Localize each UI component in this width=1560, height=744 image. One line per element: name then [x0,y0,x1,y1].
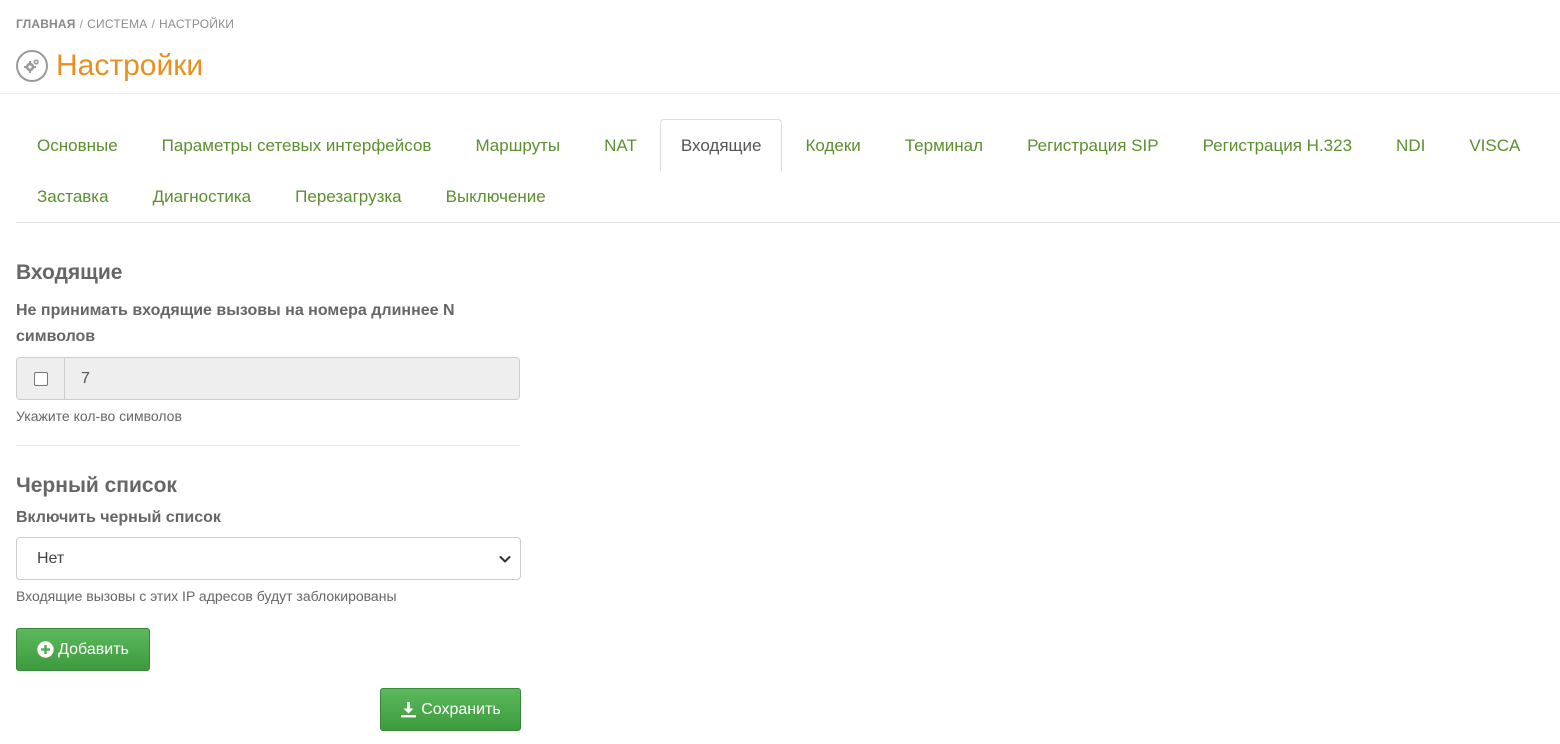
breadcrumb-separator: / [79,17,84,31]
add-button-label: Добавить [58,640,129,658]
tab-sip-registration[interactable]: Регистрация SIP [1006,119,1180,171]
settings-tabs: Основные Параметры сетевых интерфейсов М… [16,119,1560,221]
blacklist-help: Входящие вызовы с этих IP адресов будут … [16,588,397,604]
tab-nat[interactable]: NAT [583,119,658,171]
plus-circle-icon [37,641,54,658]
tab-row: Основные Параметры сетевых интерфейсов М… [16,119,1560,171]
gears-icon [16,50,48,82]
tab-terminal[interactable]: Терминал [884,119,1004,171]
number-length-limit-label: Не принимать входящие вызовы на номера д… [16,302,455,345]
breadcrumb: ГЛАВНАЯ / СИСТЕМА / НАСТРОЙКИ [16,17,234,31]
breadcrumb-system[interactable]: СИСТЕМА [87,17,147,31]
number-length-limit-help: Укажите кол-во символов [16,408,182,424]
tabs-divider [16,222,1560,223]
tab-ndi[interactable]: NDI [1375,119,1446,171]
tab-routes[interactable]: Маршруты [454,119,581,171]
tab-network-interfaces[interactable]: Параметры сетевых интерфейсов [141,119,453,171]
breadcrumb-home[interactable]: ГЛАВНАЯ [16,17,76,31]
tab-diagnostics[interactable]: Диагностика [132,171,273,221]
blacklist-enable-label: Включить черный список [16,509,221,526]
tab-incoming[interactable]: Входящие [659,119,783,171]
breadcrumb-separator: / [151,17,156,31]
incoming-section-title: Входящие [16,261,123,284]
header-divider [0,93,1560,94]
download-icon [400,701,417,718]
number-length-limit-input[interactable]: 7 [65,358,519,399]
tab-shutdown[interactable]: Выключение [425,171,567,221]
tab-splash[interactable]: Заставка [16,171,130,221]
save-button[interactable]: Сохранить [380,688,521,731]
number-length-limit-toggle [17,358,65,399]
number-length-limit-group: 7 [16,357,520,400]
blacklist-enable-value: Нет [37,549,65,567]
tab-reboot[interactable]: Перезагрузка [274,171,422,221]
breadcrumb-settings: НАСТРОЙКИ [159,17,235,31]
tab-visca[interactable]: VISCA [1448,119,1541,171]
section-divider [16,445,520,446]
number-length-limit-checkbox[interactable] [33,371,48,386]
tab-row: Заставка Диагностика Перезагрузка Выключ… [16,171,1560,221]
blacklist-section-title: Черный список [16,474,177,497]
incoming-settings-form: Входящие Не принимать входящие вызовы на… [16,258,521,671]
tab-h323-registration[interactable]: Регистрация H.323 [1182,119,1373,171]
page-title: Настройки [56,49,204,82]
chevron-down-icon [498,552,512,566]
page-header: Настройки [16,48,203,84]
tab-general[interactable]: Основные [16,119,139,171]
blacklist-enable-select[interactable]: Нет [16,537,521,580]
save-button-label: Сохранить [421,700,501,718]
add-button[interactable]: Добавить [16,628,150,671]
tab-codecs[interactable]: Кодеки [784,119,881,171]
